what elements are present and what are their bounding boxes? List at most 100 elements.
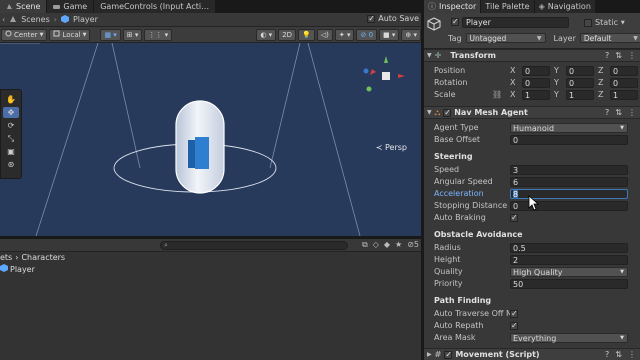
back-arrow-icon[interactable]: ‹: [2, 15, 5, 24]
angular-speed-field[interactable]: 6: [510, 176, 628, 187]
preset-icon[interactable]: ⇅: [615, 108, 622, 117]
tag-layer-row: Tag Untagged ▼ Layer Default ▼: [448, 33, 640, 43]
grid-visibility-button[interactable]: ⊞ ▾: [122, 28, 143, 41]
auto-braking-checkbox[interactable]: [510, 213, 518, 222]
area-mask-row: Area Mask Everything ▼: [434, 332, 638, 343]
gizmos-button[interactable]: ⊕ ▾: [401, 28, 421, 41]
link-icon[interactable]: ⛓: [492, 90, 510, 99]
area-mask-dropdown[interactable]: Everything ▼: [510, 332, 628, 343]
increment-snap-button[interactable]: ⋮⋮ ▾: [144, 28, 173, 41]
area-mask-value: Everything: [513, 333, 557, 343]
preset-icon[interactable]: ⇅: [615, 350, 622, 359]
help-icon[interactable]: ?: [605, 51, 609, 60]
navmesh-agent-header[interactable]: ▼ ⛬ Nav Mesh Agent ? ⇅ ⋮: [424, 106, 640, 119]
base-offset-label: Base Offset: [434, 135, 481, 144]
path-prefix[interactable]: ets: [0, 253, 12, 262]
tab-tile-palette[interactable]: Tile Palette: [481, 0, 535, 13]
kebab-menu-icon[interactable]: ⋮: [628, 51, 636, 60]
static-toggle[interactable]: Static ▼: [584, 18, 625, 27]
scale-z-field[interactable]: 1: [610, 89, 638, 100]
area-mask-label: Area Mask: [434, 333, 476, 342]
tab-game[interactable]: Game: [47, 0, 95, 13]
shading-mode-button[interactable]: ◐ ▾: [256, 28, 277, 41]
hidden-count: 5: [413, 240, 419, 249]
rotation-label: Rotation: [434, 78, 468, 87]
object-name-field[interactable]: Player: [462, 17, 569, 28]
priority-field[interactable]: 50: [510, 278, 628, 289]
lighting-toggle[interactable]: 💡: [298, 28, 315, 41]
tab-inspector[interactable]: ⓘ Inspector: [424, 0, 482, 13]
grid-snap-button[interactable]: ▦ ▾: [100, 28, 121, 41]
help-icon[interactable]: ?: [605, 350, 609, 359]
script-icon: #: [434, 350, 442, 359]
kebab-menu-icon[interactable]: ⋮: [628, 108, 636, 117]
layer-dropdown[interactable]: Default ▼: [579, 33, 640, 43]
rotate-icon: ⟳: [7, 121, 15, 130]
mouse-cursor-icon: [528, 195, 540, 213]
navmesh-agent-enabled-checkbox[interactable]: [443, 108, 452, 117]
scale-x-field[interactable]: 1: [522, 89, 550, 100]
help-icon[interactable]: ?: [605, 108, 609, 117]
scale-tool-button[interactable]: ⤡: [3, 133, 19, 144]
auto-repath-row: Auto Repath: [434, 320, 638, 331]
quality-dropdown[interactable]: High Quality ▼: [510, 266, 628, 277]
position-y-field[interactable]: 0: [566, 65, 594, 76]
move-tool-button[interactable]: ✥: [3, 107, 19, 118]
static-checkbox[interactable]: [584, 18, 592, 27]
visibility-toggle[interactable]: ⊘ 0: [356, 28, 378, 41]
auto-repath-checkbox[interactable]: [510, 321, 518, 330]
autosave-checkbox[interactable]: [367, 14, 376, 23]
rotation-y-field[interactable]: 0: [566, 77, 594, 88]
tab-scene[interactable]: Scene: [0, 0, 48, 13]
movement-enabled-checkbox[interactable]: [444, 350, 453, 359]
search-by-type-icon[interactable]: ⧉: [362, 240, 368, 250]
toggle-2d-button[interactable]: 2D: [278, 28, 297, 41]
rotation-z-field[interactable]: 0: [610, 77, 638, 88]
preset-icon[interactable]: ⇅: [615, 51, 622, 60]
object-active-checkbox[interactable]: [451, 17, 459, 26]
projection-toggle[interactable]: ≺ Persp: [376, 143, 407, 152]
camera-settings-button[interactable]: ■ ▾: [379, 28, 400, 41]
chevron-down-icon: ▼: [39, 31, 44, 38]
list-item[interactable]: Player: [0, 264, 35, 274]
rotate-tool-button[interactable]: ⟳: [3, 120, 19, 131]
kebab-menu-icon[interactable]: ⋮: [628, 350, 636, 359]
component-actions: ? ⇅ ⋮: [605, 350, 636, 359]
grid-plane-icon: ⊞ ▾: [126, 30, 139, 39]
label-tag-icon[interactable]: ◆: [384, 240, 390, 250]
path-folder[interactable]: Characters: [21, 253, 65, 262]
project-search-input[interactable]: ⌕: [160, 241, 348, 250]
tab-navigation[interactable]: ◈ Navigation: [534, 0, 596, 13]
auto-traverse-checkbox[interactable]: [510, 309, 518, 318]
scene-viewport[interactable]: ✋ ✥ ⟳ ⤡ ▣ ⊛ ≺ Persp: [0, 43, 421, 236]
favorite-star-icon[interactable]: ★: [395, 240, 402, 250]
transform-header[interactable]: ▼ ✛ Transform ? ⇅ ⋮: [424, 49, 640, 62]
quality-row: Quality High Quality ▼: [434, 266, 638, 277]
filter-icon[interactable]: ◇: [373, 240, 379, 250]
tab-game-controls[interactable]: GameControls (Input Acti…: [94, 0, 217, 13]
radius-field[interactable]: 0.5: [510, 242, 628, 253]
movement-script-header[interactable]: ▶ # Movement (Script) ? ⇅ ⋮: [424, 348, 640, 360]
hand-tool-button[interactable]: ✋: [3, 94, 19, 105]
rect-tool-button[interactable]: ▣: [3, 146, 19, 157]
rotation-x-field[interactable]: 0: [522, 77, 550, 88]
position-x-field[interactable]: 0: [522, 65, 550, 76]
autosave-toggle[interactable]: Auto Save: [367, 14, 419, 23]
tag-dropdown[interactable]: Untagged ▼: [465, 33, 546, 43]
agent-type-dropdown[interactable]: Humanoid ▼: [510, 122, 628, 133]
breadcrumb-root[interactable]: Scenes: [21, 15, 50, 24]
height-field[interactable]: 2: [510, 254, 628, 265]
audio-toggle[interactable]: ◁): [316, 28, 333, 41]
space-dropdown[interactable]: Local ▼: [49, 28, 91, 41]
transform-tool-button[interactable]: ⊛: [3, 159, 19, 170]
autosave-label: Auto Save: [378, 14, 419, 23]
pivot-dropdown[interactable]: Center ▼: [1, 28, 48, 41]
scale-y-field[interactable]: 1: [566, 89, 594, 100]
effects-toggle[interactable]: ✦ ▾: [334, 28, 355, 41]
base-offset-field[interactable]: 0: [510, 134, 628, 145]
tag-label: Tag: [448, 33, 462, 43]
speed-field[interactable]: 3: [510, 164, 628, 175]
position-z-field[interactable]: 0: [610, 65, 638, 76]
scene-render: [0, 43, 405, 236]
hidden-packages-icon[interactable]: ⊘5: [407, 240, 419, 250]
